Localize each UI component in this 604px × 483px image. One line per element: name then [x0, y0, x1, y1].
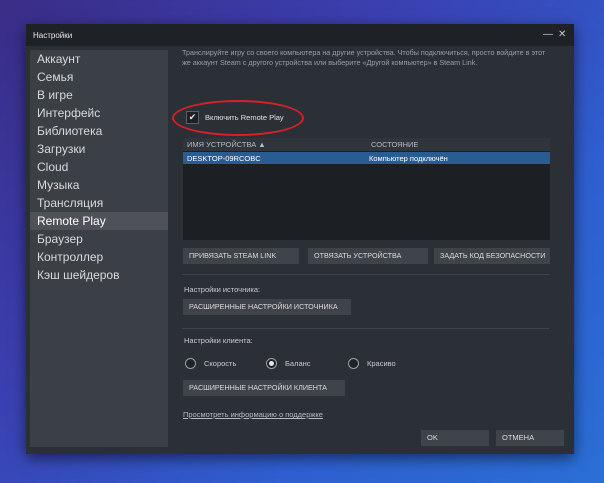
divider [182, 328, 549, 329]
pair-steam-link-button[interactable]: ПРИВЯЗАТЬ STEAM LINK [183, 248, 299, 264]
sidebar-item-cloud[interactable]: Cloud [30, 158, 168, 176]
settings-sidebar: Аккаунт Семья В игре Интерфейс Библиотек… [30, 50, 168, 447]
settings-window: Настройки — ✕ Аккаунт Семья В игре Интер… [26, 24, 574, 454]
radio-button[interactable] [266, 358, 277, 369]
sidebar-item-family[interactable]: Семья [30, 68, 168, 86]
checkmark-icon[interactable]: ✔ [186, 110, 199, 124]
radio-speed[interactable]: Скорость [185, 358, 236, 369]
ok-button[interactable]: OK [421, 430, 489, 446]
radio-beautiful[interactable]: Красиво [348, 358, 396, 369]
radio-button[interactable] [185, 358, 196, 369]
radio-speed-label: Скорость [204, 359, 237, 368]
sidebar-item-browser[interactable]: Браузер [30, 230, 168, 248]
device-status-cell: Компьютер подключён [369, 154, 448, 163]
remote-play-description: Транслируйте игру со своего компьютера н… [182, 48, 546, 67]
window-title: Настройки [33, 31, 73, 40]
table-row[interactable]: DESKTOP-09RCOBC Компьютер подключён [183, 152, 550, 164]
divider [182, 274, 549, 275]
table-header: ИМЯ УСТРОЙСТВА ▲ СОСТОЯНИЕ [183, 138, 550, 151]
enable-remote-play-label: Включить Remote Play [205, 112, 284, 122]
sidebar-item-interface[interactable]: Интерфейс [30, 104, 168, 122]
column-device-name[interactable]: ИМЯ УСТРОЙСТВА ▲ [187, 140, 266, 149]
radio-button[interactable] [348, 358, 359, 369]
sidebar-item-controller[interactable]: Контроллер [30, 248, 168, 266]
client-settings-label: Настройки клиента: [184, 336, 253, 345]
device-name-cell: DESKTOP-09RCOBC [187, 154, 261, 163]
sidebar-item-music[interactable]: Музыка [30, 176, 168, 194]
advanced-client-settings-button[interactable]: РАСШИРЕННЫЕ НАСТРОЙКИ КЛИЕНТА [183, 380, 345, 396]
sidebar-item-shader-cache[interactable]: Кэш шейдеров [30, 266, 168, 284]
remote-play-panel: Транслируйте игру со своего компьютера н… [172, 48, 574, 446]
support-info-link[interactable]: Просмотреть информацию о поддержке [183, 410, 323, 419]
set-security-code-button[interactable]: ЗАДАТЬ КОД БЕЗОПАСНОСТИ [434, 248, 550, 264]
advanced-host-settings-button[interactable]: РАСШИРЕННЫЕ НАСТРОЙКИ ИСТОЧНИКА [183, 299, 351, 315]
host-settings-label: Настройки источника: [184, 285, 261, 294]
sidebar-item-broadcasting[interactable]: Трансляция [30, 194, 168, 212]
unpair-devices-button[interactable]: ОТВЯЗАТЬ УСТРОЙСТВА [308, 248, 428, 264]
cancel-button[interactable]: ОТМЕНА [496, 430, 564, 446]
sidebar-item-remote-play[interactable]: Remote Play [30, 212, 168, 230]
close-icon[interactable]: ✕ [558, 29, 566, 40]
sidebar-item-in-game[interactable]: В игре [30, 86, 168, 104]
device-table: ИМЯ УСТРОЙСТВА ▲ СОСТОЯНИЕ DESKTOP-09RCO… [183, 138, 550, 240]
sidebar-item-account[interactable]: Аккаунт [30, 50, 168, 68]
sidebar-item-library[interactable]: Библиотека [30, 122, 168, 140]
radio-balanced[interactable]: Баланс [266, 358, 311, 369]
enable-remote-play-checkbox[interactable]: ✔ Включить Remote Play [186, 110, 284, 124]
title-bar[interactable]: Настройки — ✕ [26, 24, 574, 46]
sidebar-item-downloads[interactable]: Загрузки [30, 140, 168, 158]
radio-balanced-label: Баланс [285, 359, 311, 368]
radio-beautiful-label: Красиво [367, 359, 396, 368]
column-status[interactable]: СОСТОЯНИЕ [371, 140, 418, 149]
minimize-icon[interactable]: — [543, 29, 553, 40]
